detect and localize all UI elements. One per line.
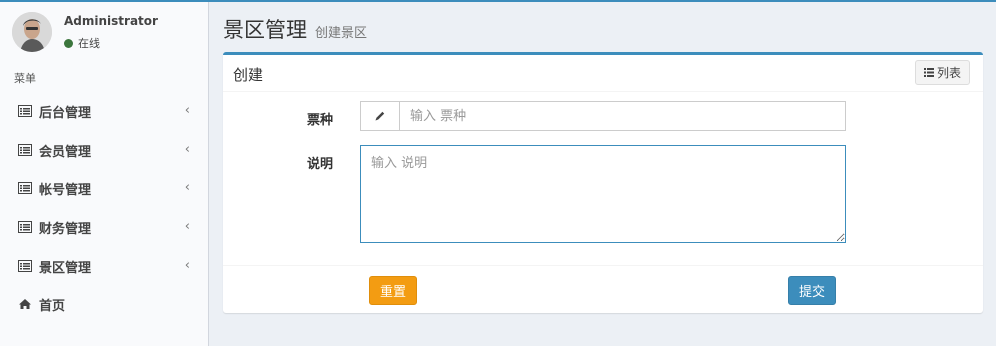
pencil-addon — [360, 101, 400, 131]
ticket-type-group — [360, 101, 846, 131]
submit-button[interactable]: 提交 — [788, 276, 836, 305]
sidebar-item-label: 首页 — [39, 298, 66, 314]
list-alt-icon — [18, 182, 32, 194]
chevron-left-icon: ‹ — [184, 219, 190, 234]
create-form-box: 创建 列表 票种 说明 重置 提交 — [223, 52, 983, 313]
description-textarea[interactable] — [360, 145, 846, 243]
sidebar-item-label: 帐号管理 — [39, 182, 92, 198]
status-text: 在线 — [78, 37, 100, 50]
pencil-icon — [375, 111, 385, 121]
ticket-type-input[interactable] — [400, 101, 846, 131]
chevron-left-icon: ‹ — [184, 258, 190, 273]
page-title: 景区管理 — [223, 18, 307, 42]
reset-button[interactable]: 重置 — [369, 276, 417, 305]
avatar — [12, 12, 52, 52]
sidebar-item-label: 景区管理 — [39, 260, 92, 276]
sidebar: Administrator 在线 菜单 后台管理 ‹ 会员管理 ‹ 帐号管理 ‹… — [0, 2, 209, 346]
page-subtitle: 创建景区 — [315, 26, 368, 41]
list-alt-icon — [18, 144, 32, 156]
sidebar-item-label: 后台管理 — [39, 105, 92, 121]
menu-header: 菜单 — [14, 72, 36, 85]
content-header: 景区管理 创建景区 — [223, 14, 367, 44]
user-name: Administrator — [64, 14, 158, 28]
user-status: 在线 — [64, 35, 100, 51]
chevron-left-icon: ‹ — [184, 103, 190, 118]
list-button[interactable]: 列表 — [915, 60, 970, 85]
list-icon — [923, 68, 934, 77]
box-title: 创建 — [233, 66, 264, 84]
online-status-icon — [64, 38, 73, 48]
sidebar-item-members[interactable]: 会员管理 ‹ — [0, 131, 208, 169]
sidebar-item-label: 财务管理 — [39, 221, 92, 237]
box-header: 创建 列表 — [223, 55, 983, 92]
sidebar-item-label: 会员管理 — [39, 144, 92, 160]
sidebar-item-scenic[interactable]: 景区管理 ‹ — [0, 247, 208, 285]
sidebar-item-finance[interactable]: 财务管理 ‹ — [0, 208, 208, 246]
list-alt-icon — [18, 105, 32, 117]
list-button-label: 列表 — [936, 66, 961, 80]
user-panel: Administrator 在线 — [0, 2, 209, 62]
list-alt-icon — [18, 260, 32, 272]
ticket-type-label: 票种 — [307, 113, 334, 128]
description-label: 说明 — [307, 157, 334, 172]
box-footer: 重置 提交 — [223, 265, 983, 313]
sidebar-item-backend[interactable]: 后台管理 ‹ — [0, 92, 208, 130]
sidebar-item-accounts[interactable]: 帐号管理 ‹ — [0, 169, 208, 207]
list-alt-icon — [18, 221, 32, 233]
chevron-left-icon: ‹ — [184, 142, 190, 157]
chevron-left-icon: ‹ — [184, 180, 190, 195]
home-icon — [19, 299, 31, 309]
sidebar-item-home[interactable]: 首页 — [0, 285, 208, 323]
